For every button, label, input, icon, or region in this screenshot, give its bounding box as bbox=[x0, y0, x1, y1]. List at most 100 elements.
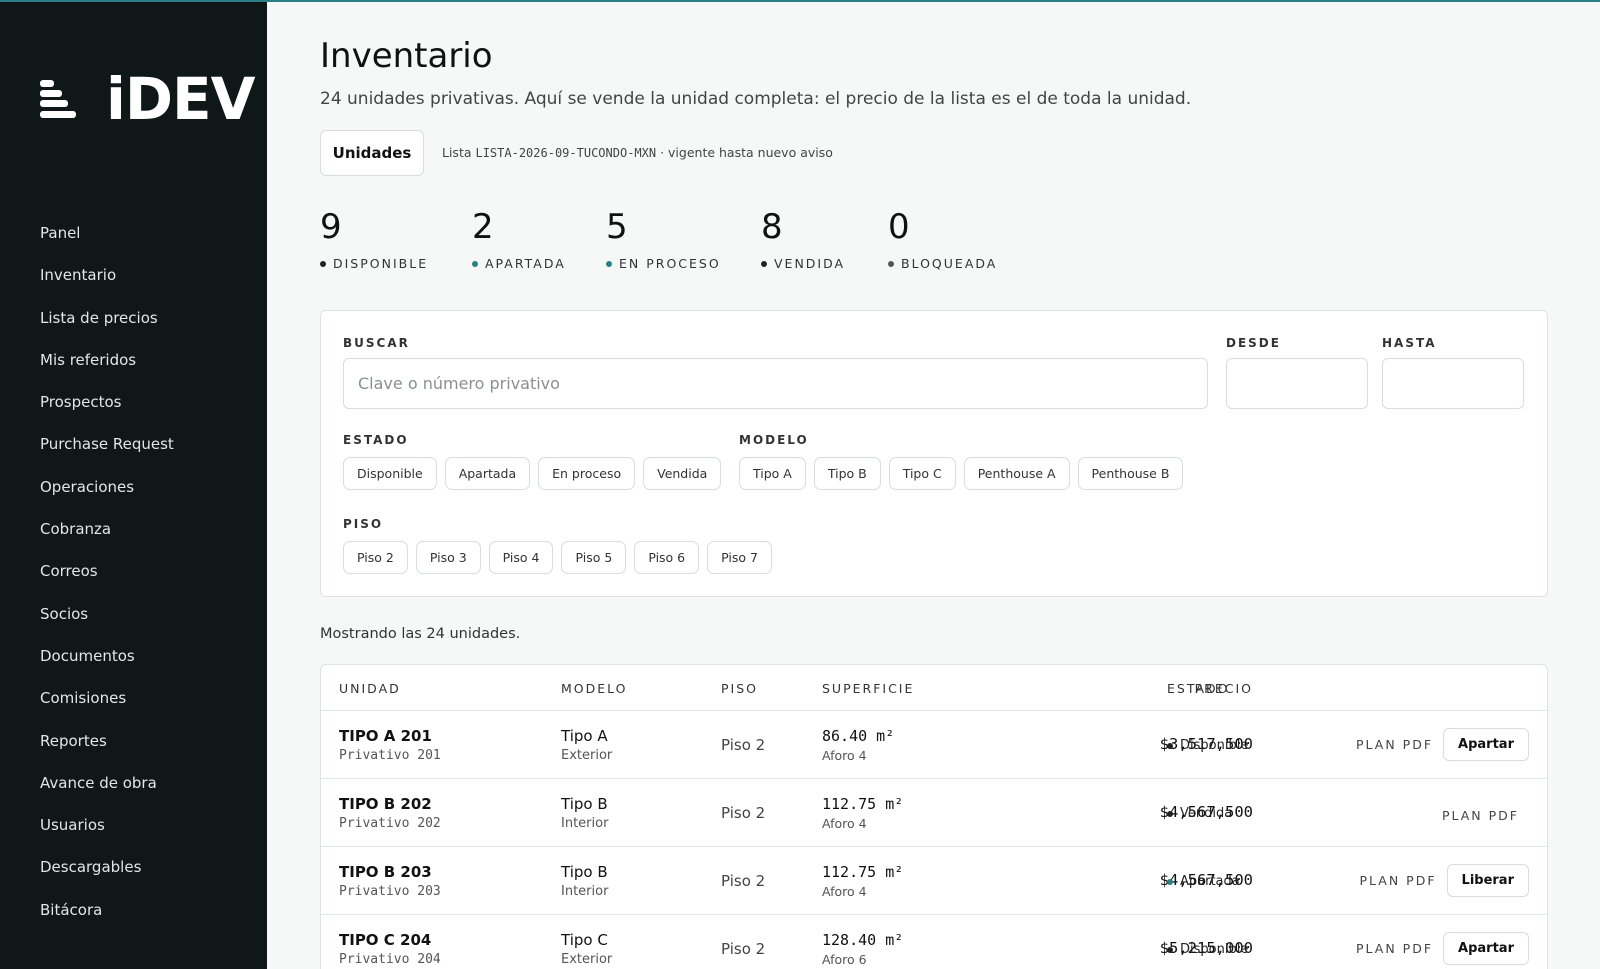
status-chip-en-proceso[interactable]: En proceso bbox=[538, 457, 636, 490]
sidebar-item-lista-de-precios[interactable]: Lista de precios bbox=[40, 307, 174, 349]
stat-disponible: 9 DISPONIBLE bbox=[320, 210, 428, 271]
model-chip-tipo-c[interactable]: Tipo C bbox=[888, 457, 956, 490]
row-actions: PLAN PDF bbox=[1442, 805, 1519, 824]
brand-logo[interactable]: iDEV bbox=[40, 65, 256, 133]
floor-chip-piso-4[interactable]: Piso 4 bbox=[488, 541, 554, 574]
model-cell: Tipo A Exterior bbox=[561, 727, 612, 763]
table-row[interactable]: TIPO B 202 Privativo 202 Tipo B Interior Pis… bbox=[321, 779, 1547, 847]
liberar-button[interactable]: Liberar bbox=[1446, 864, 1529, 897]
stat-label-text: BLOQUEADA bbox=[901, 256, 998, 271]
sidebar-item-panel[interactable]: Panel bbox=[40, 222, 174, 264]
units-table: UNIDAD MODELO PISO SUPERFICIE PRECIO EST… bbox=[320, 664, 1548, 969]
model-orientation: Interior bbox=[561, 884, 609, 899]
table-row[interactable]: TIPO C 204 Privativo 204 Tipo C Exterior Pis… bbox=[321, 915, 1547, 969]
stat-value: 9 bbox=[320, 207, 342, 247]
table-row[interactable]: TIPO B 203 Privativo 203 Tipo B Interior Pis… bbox=[321, 847, 1547, 915]
floor-chip-piso-3[interactable]: Piso 3 bbox=[415, 541, 481, 574]
stat-value: 2 bbox=[472, 207, 494, 247]
sidebar-item-documentos[interactable]: Documentos bbox=[40, 645, 174, 687]
brand-name: iDEV bbox=[106, 65, 256, 133]
sidebar-item-usuarios[interactable]: Usuarios bbox=[40, 814, 174, 856]
sidebar-item-correos[interactable]: Correos bbox=[40, 560, 174, 602]
sidebar-item-inventario[interactable]: Inventario bbox=[40, 264, 174, 306]
floor-cell: Piso 2 bbox=[721, 872, 766, 890]
stat-label-text: APARTADA bbox=[485, 256, 566, 271]
stat-label: EN PROCESO bbox=[606, 256, 721, 271]
status-cell: Disponible bbox=[1167, 942, 1248, 957]
apartar-button[interactable]: Apartar bbox=[1443, 728, 1529, 761]
col-model[interactable]: MODELO bbox=[561, 681, 628, 696]
unit-name[interactable]: TIPO C 204 bbox=[339, 931, 441, 949]
sidebar-item-bitacora[interactable]: Bitácora bbox=[40, 899, 174, 941]
unit-name[interactable]: TIPO B 203 bbox=[339, 863, 441, 881]
model-chip-penthouse-b[interactable]: Penthouse B bbox=[1077, 457, 1184, 490]
model-name: Tipo C bbox=[561, 931, 608, 949]
floor-cell: Piso 2 bbox=[721, 940, 766, 958]
col-unit[interactable]: UNIDAD bbox=[339, 681, 401, 696]
status-dot-icon bbox=[472, 260, 478, 267]
sidebar-item-descargables[interactable]: Descargables bbox=[40, 856, 174, 898]
unit-private-number: Privativo 203 bbox=[339, 884, 441, 899]
price-to-input[interactable] bbox=[1382, 358, 1524, 409]
stat-apartada: 2 APARTADA bbox=[472, 210, 566, 271]
stat-label: VENDIDA bbox=[761, 256, 845, 271]
model-orientation: Interior bbox=[561, 816, 609, 831]
sidebar-item-comisiones[interactable]: Comisiones bbox=[40, 687, 174, 729]
floor-chip-piso-6[interactable]: Piso 6 bbox=[634, 541, 700, 574]
model-chip-tipo-a[interactable]: Tipo A bbox=[739, 457, 806, 490]
model-chip-penthouse-a[interactable]: Penthouse A bbox=[963, 457, 1070, 490]
stat-bloqueada: 0 BLOQUEADA bbox=[888, 210, 997, 271]
to-label: HASTA bbox=[1382, 336, 1437, 350]
floor-filter-label: PISO bbox=[343, 517, 384, 531]
price-from-input[interactable] bbox=[1226, 358, 1368, 409]
floor-chip-piso-7[interactable]: Piso 7 bbox=[707, 541, 772, 574]
unit-private-number: Privativo 201 bbox=[339, 748, 441, 763]
sidebar-item-mis-referidos[interactable]: Mis referidos bbox=[40, 349, 174, 391]
table-row[interactable]: TIPO A 201 Privativo 201 Tipo A Exterior Pis… bbox=[321, 711, 1547, 779]
floor-chip-piso-5[interactable]: Piso 5 bbox=[561, 541, 627, 574]
floor-chip-piso-2[interactable]: Piso 2 bbox=[343, 541, 408, 574]
stat-en-proceso: 5 EN PROCESO bbox=[606, 210, 721, 271]
sidebar-item-operaciones[interactable]: Operaciones bbox=[40, 476, 174, 518]
status-dot-icon bbox=[1167, 878, 1173, 885]
status-chip-vendida[interactable]: Vendida bbox=[643, 457, 722, 490]
col-surface[interactable]: SUPERFICIE bbox=[822, 681, 914, 696]
unit-cell: TIPO B 203 Privativo 203 bbox=[339, 863, 441, 899]
model-chip-tipo-b[interactable]: Tipo B bbox=[813, 457, 881, 490]
model-name: Tipo A bbox=[561, 727, 608, 745]
sidebar-item-cobranza[interactable]: Cobranza bbox=[40, 518, 174, 560]
surface-cell: 128.40 m² Aforo 6 bbox=[822, 931, 903, 967]
surface-cell: 86.40 m² Aforo 4 bbox=[822, 727, 894, 763]
plan-pdf-link[interactable]: PLAN PDF bbox=[1356, 941, 1433, 956]
sidebar-item-avance-de-obra[interactable]: Avance de obra bbox=[40, 772, 174, 814]
status-filter-label: ESTADO bbox=[343, 433, 409, 447]
search-input[interactable] bbox=[343, 358, 1208, 409]
plan-pdf-link[interactable]: PLAN PDF bbox=[1442, 808, 1519, 823]
stat-label-text: EN PROCESO bbox=[619, 256, 721, 271]
sidebar-item-socios[interactable]: Socios bbox=[40, 603, 174, 645]
col-status[interactable]: ESTADO bbox=[1167, 681, 1230, 696]
sidebar-item-purchase-request[interactable]: Purchase Request bbox=[40, 433, 174, 475]
unit-private-number: Privativo 202 bbox=[339, 816, 441, 831]
table-body: TIPO A 201 Privativo 201 Tipo A Exterior Pis… bbox=[321, 711, 1547, 969]
status-badge: Apartada bbox=[1180, 874, 1240, 889]
plan-pdf-link[interactable]: PLAN PDF bbox=[1360, 873, 1437, 888]
model-filter-chips: Tipo A Tipo B Tipo C Penthouse A Penthouse B bbox=[739, 457, 1184, 490]
tab-units[interactable]: Unidades bbox=[320, 130, 424, 176]
col-floor[interactable]: PISO bbox=[721, 681, 758, 696]
model-cell: Tipo C Exterior bbox=[561, 931, 612, 967]
price-list-prefix: Lista bbox=[442, 145, 476, 160]
model-name: Tipo B bbox=[561, 795, 608, 813]
status-dot-icon bbox=[888, 260, 894, 267]
results-count: Mostrando las 24 unidades. bbox=[320, 626, 521, 642]
capacity-value: Aforo 4 bbox=[822, 884, 867, 899]
unit-name[interactable]: TIPO A 201 bbox=[339, 727, 441, 745]
plan-pdf-link[interactable]: PLAN PDF bbox=[1356, 737, 1433, 752]
status-chip-disponible[interactable]: Disponible bbox=[343, 457, 437, 490]
status-chip-apartada[interactable]: Apartada bbox=[444, 457, 531, 490]
sidebar-item-reportes[interactable]: Reportes bbox=[40, 730, 174, 772]
model-cell: Tipo B Interior bbox=[561, 863, 608, 899]
sidebar-item-prospectos[interactable]: Prospectos bbox=[40, 391, 174, 433]
unit-name[interactable]: TIPO B 202 bbox=[339, 795, 441, 813]
apartar-button[interactable]: Apartar bbox=[1443, 932, 1529, 965]
